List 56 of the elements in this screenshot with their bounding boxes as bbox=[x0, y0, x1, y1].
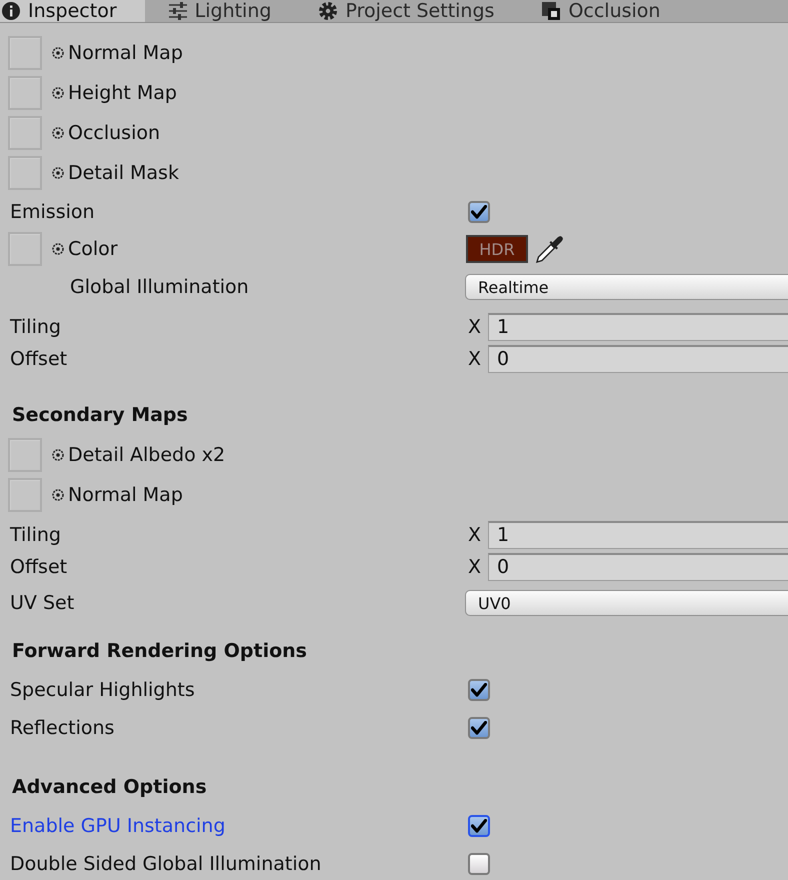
field-label: Specular Highlights bbox=[10, 679, 195, 701]
field-label: Emission bbox=[10, 201, 95, 223]
field-label: Reflections bbox=[10, 717, 114, 739]
axis-label: X bbox=[467, 316, 482, 338]
checkmark-icon bbox=[471, 819, 487, 833]
field-label: Normal Map bbox=[68, 42, 183, 64]
field-label: Normal Map bbox=[68, 484, 183, 506]
checkmark-icon bbox=[471, 205, 487, 219]
field-label: Double Sided Global Illumination bbox=[10, 853, 322, 875]
checkbox[interactable] bbox=[468, 679, 490, 701]
section-header: Forward Rendering Options bbox=[12, 640, 307, 662]
field-label: Occlusion bbox=[68, 122, 160, 144]
field-label: Tiling bbox=[10, 524, 61, 546]
input-field[interactable]: 1 bbox=[488, 521, 788, 549]
section-header: Secondary Maps bbox=[12, 404, 188, 426]
info-icon bbox=[2, 2, 20, 20]
eyedropper-icon[interactable] bbox=[536, 235, 564, 263]
checkbox[interactable] bbox=[468, 201, 490, 223]
field-label: Offset bbox=[10, 348, 68, 370]
target-icon[interactable] bbox=[52, 167, 64, 179]
field-label: Tiling bbox=[10, 316, 61, 338]
field-label: Height Map bbox=[68, 82, 177, 104]
section-header: Advanced Options bbox=[12, 776, 207, 798]
squares-icon bbox=[542, 2, 560, 20]
field-label: Enable GPU Instancing bbox=[10, 815, 226, 837]
tab[interactable]: Inspector bbox=[0, 0, 145, 22]
field-label: Color bbox=[68, 238, 118, 260]
dropdown[interactable]: Realtime bbox=[465, 274, 788, 300]
target-icon[interactable] bbox=[52, 127, 64, 139]
checkmark-icon bbox=[471, 721, 487, 735]
field-label: Global Illumination bbox=[70, 276, 249, 298]
field-label: Offset bbox=[10, 556, 68, 578]
target-icon[interactable] bbox=[52, 449, 64, 461]
input-field[interactable]: 0 bbox=[488, 553, 788, 581]
checkbox[interactable] bbox=[468, 815, 490, 837]
input-field[interactable]: 1 bbox=[488, 313, 788, 341]
dropdown[interactable]: UV0 bbox=[465, 590, 788, 616]
color-swatch[interactable]: HDR bbox=[466, 235, 528, 263]
checkmark-icon bbox=[471, 683, 487, 697]
field-label: UV Set bbox=[10, 592, 74, 614]
target-icon[interactable] bbox=[52, 489, 64, 501]
tab[interactable]: Project Settings bbox=[295, 0, 518, 22]
checkbox[interactable] bbox=[468, 717, 490, 739]
axis-label: X bbox=[467, 524, 482, 546]
tab[interactable]: Occlusion bbox=[518, 0, 684, 22]
target-icon[interactable] bbox=[52, 87, 64, 99]
checkbox[interactable] bbox=[468, 853, 490, 875]
sliders-icon bbox=[168, 2, 187, 20]
field-label: Detail Albedo x2 bbox=[68, 444, 226, 466]
target-icon[interactable] bbox=[52, 47, 64, 59]
input-field[interactable]: 0 bbox=[488, 345, 788, 373]
field-label: Detail Mask bbox=[68, 162, 179, 184]
target-icon[interactable] bbox=[52, 243, 64, 255]
axis-label: X bbox=[467, 556, 482, 578]
tab[interactable]: Lighting bbox=[144, 0, 296, 22]
axis-label: X bbox=[467, 348, 482, 370]
